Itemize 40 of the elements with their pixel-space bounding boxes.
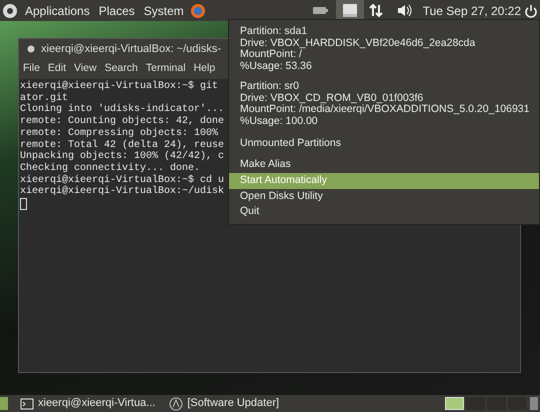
terminal-line: Cloning into 'udisks-indicator'... [20, 104, 224, 116]
terminal-line: remote: Compressing objects: 100% [20, 128, 218, 140]
menu-item[interactable]: Edit [46, 61, 68, 77]
window-title: xieerqi@xieerqi-VirtualBox: ~/udisks- [41, 42, 222, 57]
taskbar-button[interactable]: xieerqi@xieerqi-Virtua... [18, 395, 158, 412]
terminal-line: remote: Total 42 (delta 24), reuse [20, 140, 224, 151]
panel-menu[interactable]: System [142, 2, 186, 20]
menu-item[interactable]: File [21, 61, 42, 77]
panel-menu[interactable]: Applications [23, 2, 92, 20]
partition-info: Partition: sr0 [240, 80, 300, 93]
text-cursor [20, 198, 27, 210]
partition-info: %Usage: 53.36 [240, 61, 313, 73]
menu-logo-icon[interactable] [2, 2, 18, 18]
partition-info: Partition: sda1 [240, 26, 308, 38]
clock[interactable]: Tue Sep 27, 20:22 [422, 2, 521, 20]
taskbar-button[interactable]: [Software Updater] [167, 395, 282, 412]
terminal-line: xieerqi@xieerqi-VirtualBox:~/udisk [20, 186, 224, 198]
terminal-line: xieerqi@xieerqi-VirtualBox:~$ git [20, 81, 218, 92]
terminal-line: ator.git [20, 92, 68, 104]
close-icon[interactable] [27, 45, 35, 53]
menu-item[interactable]: Terminal [144, 61, 188, 77]
menu-item[interactable]: Make Alias [229, 157, 539, 174]
terminal-line: Unpacking objects: 100% (42/42), c [20, 151, 224, 162]
panel-menu[interactable]: Places [96, 2, 137, 20]
power-icon[interactable] [524, 4, 538, 18]
menu-item[interactable]: Help [192, 61, 218, 77]
partition-info: Drive: VBOX_CD_ROM_VB0_01f003f6 [240, 92, 424, 104]
terminal-icon[interactable] [20, 396, 34, 410]
partition-info: MountPoint: / [240, 49, 302, 62]
menu-item[interactable]: View [72, 61, 99, 77]
terminal-line: remote: Counting objects: 42, done [20, 116, 224, 128]
menu-item[interactable]: Open Disks Utility [229, 188, 539, 204]
terminal-line: xieerqi@xieerqi-VirtualBox:~$ cd u [20, 174, 224, 186]
menu-item[interactable]: Search [102, 61, 140, 77]
partition-info: MountPoint: /media/xieerqi/VBOXADDITIONS_5.0.20_106931 [240, 104, 528, 116]
menu-item[interactable]: Unmounted Partitions [229, 136, 539, 152]
partition-info: %Usage: 100.00 [240, 116, 319, 128]
terminal-line: Checking connectivity... done. [20, 162, 200, 174]
menu-item[interactable]: Quit [229, 204, 539, 220]
partition-info: Drive: VBOX_HARDDISK_VBf20e46d6_2ea28cda [240, 38, 476, 49]
